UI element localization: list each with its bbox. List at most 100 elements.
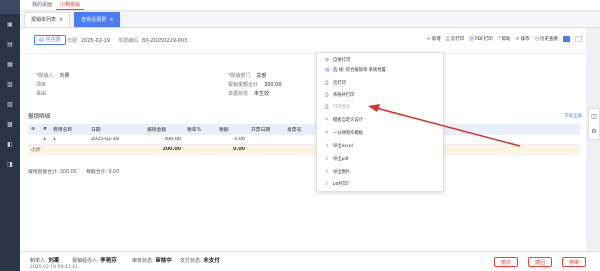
total-label: 报销金额合计 (228, 82, 259, 88)
view-toggle-list[interactable] (563, 36, 570, 42)
dd-label: 导出excel (333, 144, 353, 149)
close-icon[interactable]: × (109, 13, 113, 28)
dd-item-export-excel[interactable]: ⇪ 导出excel (325, 143, 353, 150)
nav-item-7[interactable]: ◧ (0, 134, 20, 154)
dept-label: 报销部门 (230, 73, 251, 79)
select-all-icon[interactable]: ⊕ (28, 127, 40, 132)
summary-tax: 税额合计: 0.00 (86, 170, 120, 175)
dd-label: 打印预览 (333, 105, 351, 110)
dd-item-self-print[interactable]: ⚙ 自维打印 (325, 57, 351, 64)
summary-line: 报销金额合计: 300.00 税额合计: 0.00 (28, 168, 127, 175)
dd-label: 云打印 (333, 81, 346, 86)
number-label: 单据编码 (118, 38, 139, 44)
revoke-button[interactable]: 撤办 (494, 257, 519, 267)
total-amount: 300.00 (162, 147, 181, 152)
created-time: 2025-02-19 09:43:41 (30, 265, 78, 270)
print-icon: ⎙ (325, 93, 329, 98)
creator-label: 制单人: (30, 258, 47, 264)
history-icon: ◷ (534, 36, 539, 42)
top-tab-desktop[interactable]: 我的桌面 (28, 1, 56, 10)
doc-date: 日期 2025-02-19 (67, 37, 110, 44)
export-icon: ⇪ (325, 181, 329, 187)
print-icon: ⎙ (325, 81, 329, 86)
total-label: 小计 (31, 148, 41, 153)
dd-item-reprint[interactable]: ⎙ 系统补打印 (325, 92, 354, 98)
doc-status-field: 单据状态 未生效 (228, 90, 269, 97)
dd-label: 自维打印 (333, 58, 351, 63)
tab-view-expense[interactable]: 查看任报费 × (74, 12, 121, 28)
dd-label: 模板自定义设计 (333, 118, 364, 123)
nav-item-1[interactable]: ▣ (0, 14, 20, 34)
dd-label: 一分钟制作模板 (333, 131, 364, 136)
settings-icon: ⚙ (325, 57, 330, 63)
withdraw-button[interactable]: 撤回 (528, 257, 553, 267)
cell-fee-name[interactable]: 1 (50, 137, 88, 142)
applicant-field: *报销人 刘果 (36, 73, 70, 79)
toolbar-actions: + 新增 ⎙ 云打印 ▥ PDF打印 ? 帮助 ≡ 操作 ◷ 历史查看 (427, 36, 582, 42)
cloud-print-button[interactable]: ⎙ 云打印 (446, 36, 465, 42)
new-button[interactable]: + 新增 (427, 36, 441, 42)
dd-item-quick-template[interactable]: ✎ 一分钟制作模板 (325, 130, 364, 137)
total-field: 报销金额合计 300.00 (228, 81, 282, 88)
settings-icon[interactable]: ⚙ (591, 128, 596, 135)
pdf-print-button[interactable]: ▥ PDF打印 (469, 36, 493, 42)
applicant-label: 报销人 (38, 73, 54, 79)
print-icon: ⎙ (445, 36, 450, 42)
dd-label: 选 线: 综合报销单 系统预置 (333, 68, 386, 73)
nav-item-6[interactable]: ▩ (0, 114, 20, 134)
help-button[interactable]: ? 帮助 (498, 36, 511, 42)
new-label: 新增 (431, 37, 441, 42)
tab-expense-list[interactable]: 报销单列表 × (24, 12, 71, 28)
audit-info: 审核状态: 审核中 (132, 256, 172, 264)
applicant-value[interactable]: 刘果 (60, 73, 70, 79)
doc-toolbar: ▤ 任信费 日期 2025-02-19 单据编码 BX-20250219-003 + 新… (20, 28, 586, 54)
fullscreen-link[interactable]: 子表全屏 (564, 113, 582, 119)
nav-item-2[interactable]: ▤ (0, 34, 20, 54)
dd-item-export-image[interactable]: ⇪ 导出图片 (325, 169, 350, 176)
close-icon[interactable]: × (59, 13, 63, 28)
col-index: # (43, 126, 48, 132)
panel-icon[interactable]: ◫ (591, 113, 597, 120)
logo (0, 0, 20, 14)
dd-item-export-pdf[interactable]: ⇪ 导出pdf (325, 156, 349, 163)
main-content: ▤ 任信费 日期 2025-02-19 单据编码 BX-20250219-003 + 新… (20, 28, 586, 251)
view-toggle-card[interactable] (575, 36, 582, 42)
table-row[interactable]: 1 1 2025-02-19 300.00 0.00 (28, 135, 580, 145)
dd-item-cloud-print[interactable]: ⎙ 云打印 (325, 80, 346, 86)
reason-label: 事由 (36, 91, 47, 97)
total-tax: 0.00 (233, 147, 245, 152)
doc-status-label: 单据状态 (228, 91, 249, 97)
handler-label: 报销经办人: (72, 258, 99, 264)
reject-button[interactable]: 弃审 (562, 257, 587, 267)
detail-title: 报销明细 (28, 114, 51, 120)
status-badge: ▤ 任信费 (34, 35, 66, 45)
top-tab-expense[interactable]: 小畅报销 (56, 1, 85, 10)
col-tax-rate: 税率% (187, 127, 202, 133)
tab-bar: 报销单列表 × 查看任报费 × (20, 11, 600, 28)
handler-info: 报销经办人: 李艳芬 (72, 256, 117, 264)
cell-amount[interactable]: 300.00 (144, 137, 184, 142)
dd-item-print-preview[interactable]: ⎙ 打印预览 (325, 104, 350, 110)
dd-item-template-design[interactable]: ✎ 模板自定义设计 (325, 117, 364, 124)
plus-icon: + (426, 36, 431, 42)
ops-button[interactable]: ≡ 操作 (515, 36, 529, 42)
nav-item-4[interactable]: ▧ (0, 74, 20, 94)
cell-tax[interactable]: 0.00 (216, 137, 248, 142)
total-value: 300.00 (264, 82, 282, 88)
nav-item-8[interactable]: ◨ (0, 154, 20, 174)
cell-date[interactable]: 2025-02-19 (88, 137, 144, 142)
history-button[interactable]: ◷ 历史查看 (535, 36, 558, 42)
print-dropdown: ⚙ 自维打印 ▤ 选 线: 综合报销单 系统预置 ⎙ 云打印 ⎙ 系统补打印 ⎙ 打印预览… (316, 52, 444, 192)
table-total-row: 小计 300.00 0.00 (28, 145, 580, 155)
detail-table: ⊕ # 费用名称 日期 报销金额 税率% 税额 开票日期 发票号 1 1 202… (28, 124, 580, 155)
number-value: BX-20250219-003 (142, 38, 188, 44)
date-value: 2025-02-19 (81, 38, 111, 44)
col-fee-name: 费用名称 (53, 127, 73, 133)
dept-value[interactable]: 总部 (257, 73, 267, 79)
nav-item-3[interactable]: ▦ (0, 54, 20, 74)
pay-info: 支付状态: 未支付 (180, 256, 220, 264)
nav-item-5[interactable]: ▨ (0, 94, 20, 114)
dd-item-template-select[interactable]: ▤ 选 线: 综合报销单 系统预置 (325, 67, 386, 74)
design-icon: ✎ (325, 117, 329, 123)
dd-item-pdf-print[interactable]: ⇪ pdf打印 (325, 181, 349, 188)
